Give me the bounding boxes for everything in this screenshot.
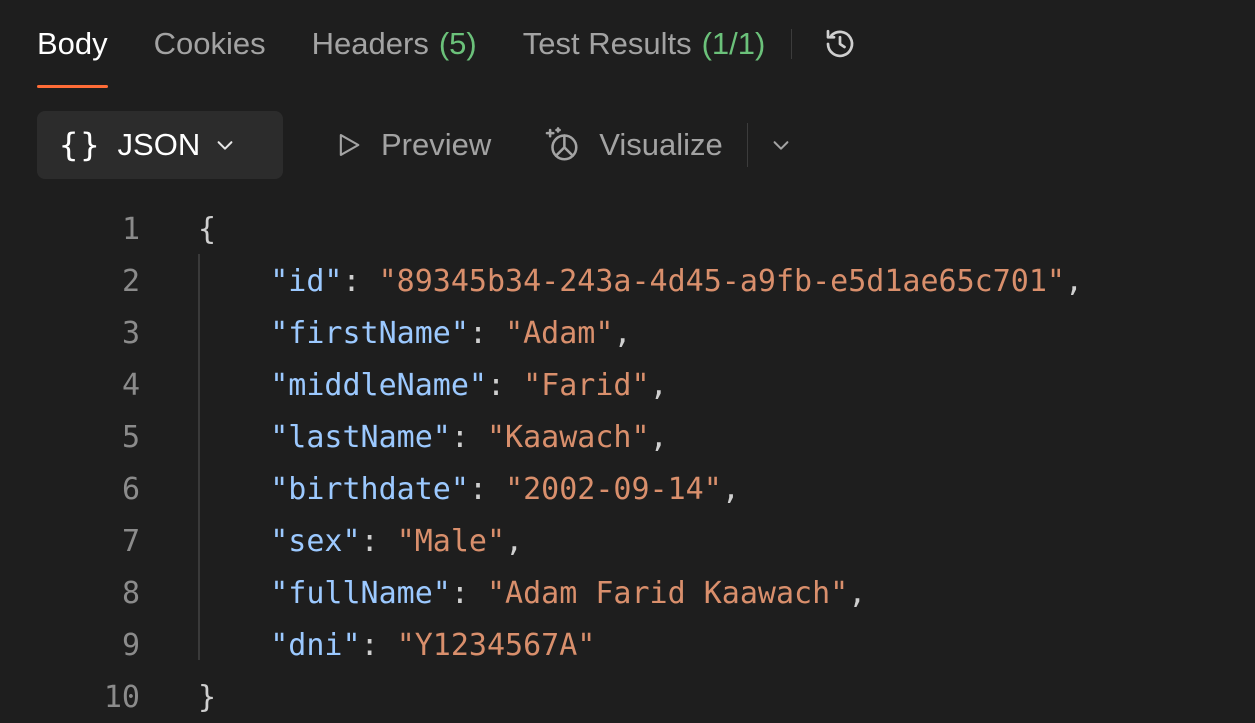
play-icon	[339, 134, 360, 156]
json-value: "2002-09-14"	[505, 471, 722, 507]
preview-button-label: Preview	[381, 127, 492, 162]
visualize-button-label: Visualize	[599, 127, 723, 162]
json-key: "birthdate"	[270, 471, 469, 507]
response-tabs: Body Cookies Headers (5) Test Results (1/1…	[37, 0, 860, 88]
json-value: "Y1234567A"	[396, 627, 596, 663]
preview-button[interactable]: Preview	[335, 127, 491, 163]
json-value: "Adam Farid Kaawach"	[487, 575, 849, 611]
line-number: 9	[121, 627, 140, 663]
tab-cookies-label: Cookies	[153, 26, 266, 61]
line-number: 2	[121, 263, 140, 299]
visualize-icon	[545, 127, 578, 161]
json-response-editor[interactable]: 1 { 2 "id": "89345b34-243a-4d45-a9fb-e5d…	[0, 203, 1083, 723]
json-key: "dni"	[270, 627, 361, 663]
tab-cookies[interactable]: Cookies	[154, 0, 266, 88]
tab-headers[interactable]: Headers (5)	[312, 0, 477, 88]
line-number: 4	[121, 367, 140, 403]
tabs-divider	[791, 29, 793, 59]
tab-test-results[interactable]: Test Results (1/1)	[523, 0, 766, 88]
json-key: "fullName"	[270, 575, 451, 611]
code-line: 8 "fullName": "Adam Farid Kaawach",	[0, 567, 1083, 619]
code-line: 4 "middleName": "Farid",	[0, 359, 1083, 411]
json-key: "id"	[270, 263, 343, 299]
chevron-down-icon	[214, 134, 236, 156]
format-select-label: JSON	[117, 127, 201, 162]
code-line: 6 "birthdate": "2002-09-14",	[0, 463, 1083, 515]
code-line: 7 "sex": "Male",	[0, 515, 1083, 567]
braces-icon: {}	[59, 126, 102, 164]
code-line: 3 "firstName": "Adam",	[0, 307, 1083, 359]
json-value: "Adam"	[505, 315, 614, 351]
code-line: 9 "dni": "Y1234567A"	[0, 619, 1083, 671]
code-line: 5 "lastName": "Kaawach",	[0, 411, 1083, 463]
headers-count-badge: (5)	[438, 26, 477, 61]
code-line: 1 {	[0, 203, 1083, 255]
line-number: 6	[121, 471, 140, 507]
json-value: "89345b34-243a-4d45-a9fb-e5d1ae65c701"	[378, 263, 1065, 299]
line-number: 5	[121, 419, 140, 455]
toolbar-divider	[746, 123, 748, 167]
code-line: 10 }	[0, 671, 1083, 723]
line-number: 8	[121, 575, 140, 611]
code-line: 2 "id": "89345b34-243a-4d45-a9fb-e5d1ae6…	[0, 255, 1083, 307]
open-brace: {	[198, 211, 217, 247]
tab-body-label: Body	[37, 26, 108, 61]
visualize-options-chevron-icon[interactable]	[770, 134, 792, 156]
history-icon[interactable]	[820, 24, 860, 64]
json-value: "Male"	[396, 523, 506, 559]
json-key: "middleName"	[270, 367, 487, 403]
line-number: 7	[121, 523, 140, 559]
line-number: 3	[121, 315, 140, 351]
test-results-count-badge: (1/1)	[701, 26, 766, 61]
tab-headers-label: Headers	[311, 26, 429, 61]
tab-test-results-label: Test Results	[522, 26, 692, 61]
response-toolbar: {} JSON Preview Visualize	[37, 111, 792, 179]
json-key: "firstName"	[270, 315, 469, 351]
line-number: 1	[121, 211, 140, 247]
tab-body[interactable]: Body	[37, 0, 108, 88]
format-select[interactable]: {} JSON	[37, 111, 283, 179]
close-brace: }	[198, 679, 217, 715]
visualize-button[interactable]: Visualize	[543, 126, 723, 164]
json-key: "lastName"	[270, 419, 451, 455]
json-value: "Kaawach"	[487, 419, 650, 455]
json-value: "Farid"	[523, 367, 650, 403]
json-key: "sex"	[270, 523, 361, 559]
line-number: 10	[103, 679, 140, 715]
